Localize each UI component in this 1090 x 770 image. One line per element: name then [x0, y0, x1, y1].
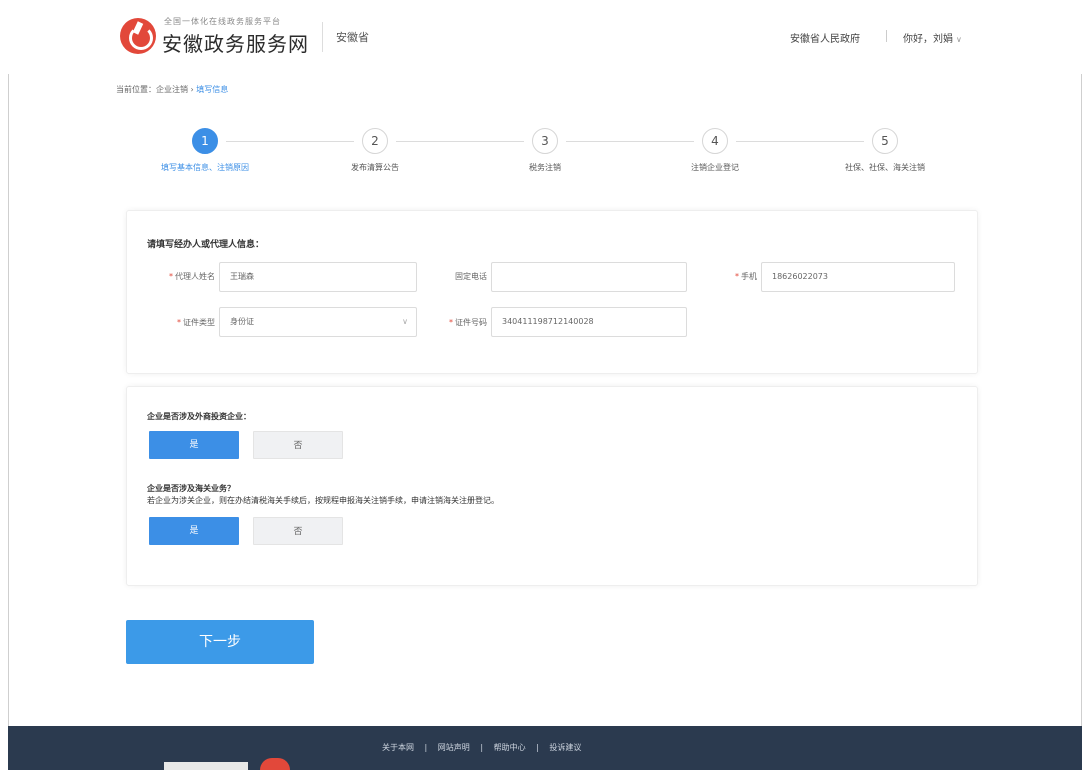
step-number: 2 [362, 128, 388, 154]
step-number: 4 [702, 128, 728, 154]
q1-title: 企业是否涉及外商投资企业： [147, 412, 251, 421]
id-type-value: 身份证 [230, 317, 254, 326]
footer-links: 关于本网 | 网站声明 | 帮助中心 | 投诉建议 [378, 742, 585, 753]
step-label: 注销企业登记 [691, 163, 739, 172]
step-label: 税务注销 [529, 163, 561, 172]
step-4: 4 注销企业登记 [645, 128, 785, 173]
footer-link-about[interactable]: 关于本网 [382, 743, 414, 752]
step-2: 2 发布清算公告 [305, 128, 445, 173]
footer-separator: | [480, 743, 484, 752]
step-label: 社保、社保、海关注销 [845, 163, 925, 172]
logo-title[interactable]: 安徽政务服务网 [162, 28, 309, 57]
logo-subtitle: 全国一体化在线政务服务平台 [164, 17, 281, 26]
landline-field[interactable] [491, 262, 687, 292]
landline-label: 固定电话 [455, 272, 487, 281]
business-questions-panel: 企业是否涉及外商投资企业： 是 否 企业是否涉及海关业务？ 若企业为涉关企业，则… [126, 386, 978, 586]
header-divider [322, 22, 323, 52]
step-number: 5 [872, 128, 898, 154]
chevron-down-icon: ∨ [402, 317, 408, 326]
footer-separator: | [424, 743, 428, 752]
id-number-label: * 证件号码 [449, 318, 487, 327]
step-number: 3 [532, 128, 558, 154]
chevron-down-icon: ∨ [956, 35, 962, 44]
mobile-field[interactable]: 18626022073 [761, 262, 955, 292]
id-number-field[interactable]: 340411198712140028 [491, 307, 687, 337]
q1-yes-button[interactable]: 是 [149, 431, 239, 459]
footer-link-feedback[interactable]: 投诉建议 [549, 743, 581, 752]
footer-link-help[interactable]: 帮助中心 [494, 743, 526, 752]
step-label: 填写基本信息、注销原因 [161, 163, 249, 172]
user-menu[interactable]: 你好，刘娟 ∨ [903, 30, 962, 45]
breadcrumb-prefix[interactable]: 当前位置：企业注销 › [116, 85, 196, 94]
breadcrumb: 当前位置：企业注销 › 填写信息 [116, 84, 228, 95]
step-label: 发布清算公告 [351, 163, 399, 172]
region-switch[interactable]: 安徽省 [336, 29, 369, 45]
site-logo-icon[interactable] [120, 18, 156, 54]
breadcrumb-current: 填写信息 [196, 85, 229, 94]
name-label: * 代理人姓名 [169, 272, 215, 281]
id-type-select[interactable]: 身份证 ∨ [219, 307, 417, 337]
next-step-button[interactable]: 下一步 [126, 620, 314, 664]
footer-emblem-icon [260, 758, 290, 770]
user-greeting: 你好，刘娟 [903, 34, 953, 45]
footer-link-statement[interactable]: 网站声明 [438, 743, 470, 752]
step-number: 1 [192, 128, 218, 154]
footer-separator: | [536, 743, 539, 752]
mobile-label: * 手机 [735, 272, 757, 281]
site-footer: 关于本网 | 网站声明 | 帮助中心 | 投诉建议 [8, 726, 1082, 770]
agent-info-panel: 请填写经办人或代理人信息： * 代理人姓名 王瑞森 固定电话 * 手机 186260… [126, 210, 978, 374]
gov-link[interactable]: 安徽省人民政府 [790, 30, 860, 45]
q1-no-button[interactable]: 否 [253, 431, 343, 459]
q2-description: 若企业为涉关企业，则在办结清税海关手续后，按规程申报海关注销手续，申请注销海关注… [147, 496, 499, 505]
agent-form-title: 请填写经办人或代理人信息： [147, 240, 265, 250]
q2-no-button[interactable]: 否 [253, 517, 343, 545]
progress-stepper: 1 填写基本信息、注销原因 2 发布清算公告 3 税务注销 4 注销企业登记 5… [120, 128, 960, 188]
header-divider [886, 30, 887, 42]
footer-badge[interactable] [164, 762, 248, 770]
step-3: 3 税务注销 [475, 128, 615, 173]
step-1: 1 填写基本信息、注销原因 [135, 128, 275, 173]
agent-name-field[interactable]: 王瑞森 [219, 262, 417, 292]
step-5: 5 社保、社保、海关注销 [815, 128, 955, 173]
q2-title: 企业是否涉及海关业务？ [147, 484, 235, 493]
id-type-label: * 证件类型 [177, 318, 215, 327]
q2-yes-button[interactable]: 是 [149, 517, 239, 545]
